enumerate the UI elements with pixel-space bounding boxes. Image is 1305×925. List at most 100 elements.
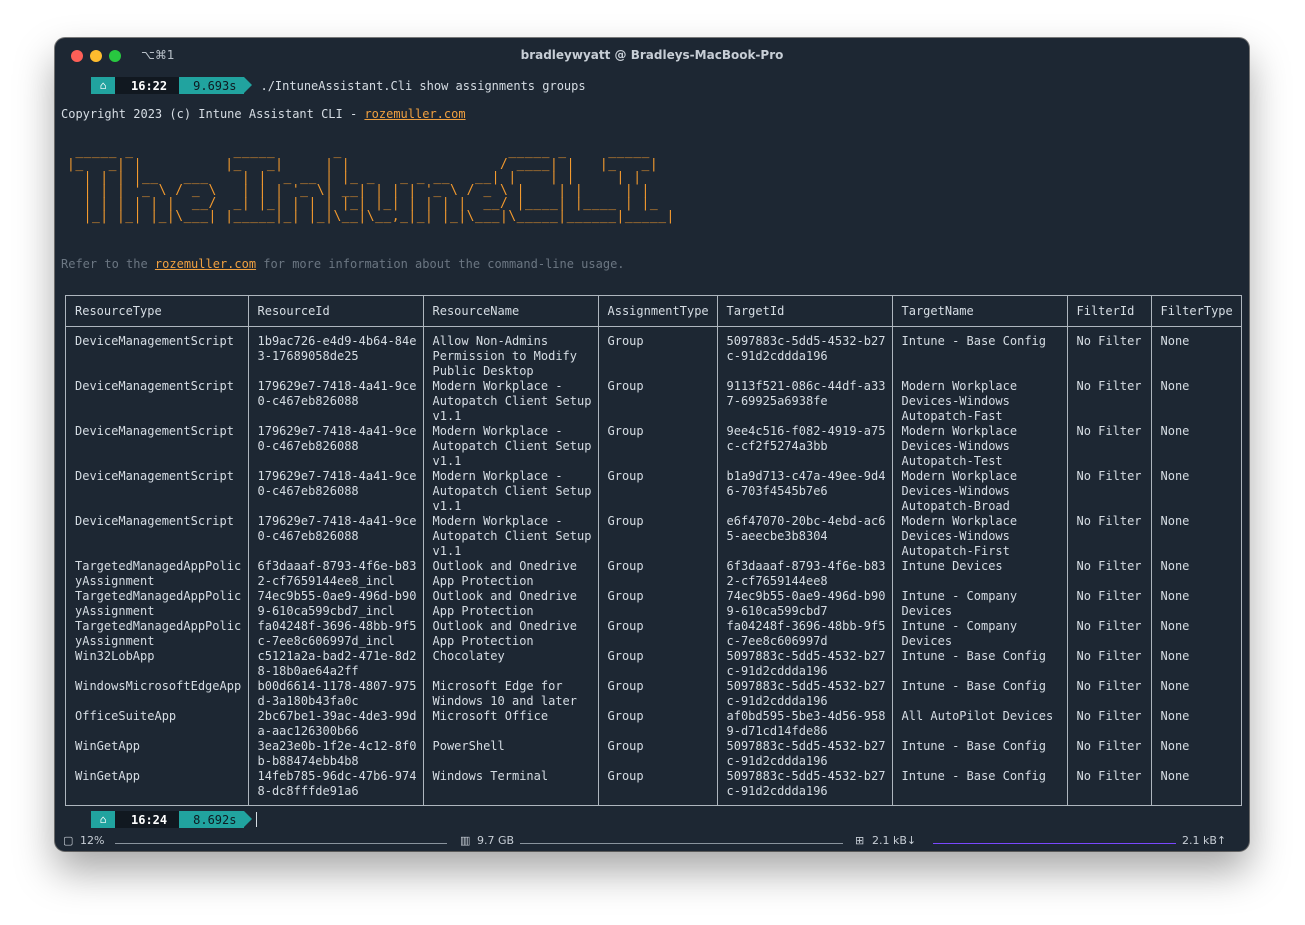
cell-text: Group xyxy=(607,424,644,438)
copyright-text: Copyright 2023 (c) Intune Assistant CLI … xyxy=(61,107,365,121)
refer-line: Refer to the rozemuller.com for more inf… xyxy=(61,257,625,271)
cell-text: None xyxy=(1160,739,1190,753)
table-cell: No Filter xyxy=(1066,649,1151,679)
cell-text: 74ec9b55-0ae9-496d-b90 9-610ca599cbd7 xyxy=(726,589,886,618)
table-cell: 74ec9b55-0ae9-496d-b90 9-610ca599cbd7 xyxy=(716,589,892,619)
cell-text: Group xyxy=(607,619,644,633)
table-cell: Group xyxy=(597,326,717,379)
prompt-time: 16:24 xyxy=(115,811,188,828)
table-cell: DeviceManagementScript xyxy=(66,424,248,469)
cell-text: WindowsMicrosoftEdgeApp xyxy=(75,679,242,693)
cell-text: DeviceManagementScript xyxy=(75,334,234,348)
table-cell: Modern Workplace - Autopatch Client Setu… xyxy=(422,379,598,424)
table-cell: 9ee4c516-f082-4919-a75 c-cf2f5274a3bb xyxy=(716,424,892,469)
table-cell: No Filter xyxy=(1066,326,1151,379)
cell-text: Outlook and Onedrive App Protection xyxy=(432,619,578,648)
table-cell: 74ec9b55-0ae9-496d-b90 9-610ca599cbd7_in… xyxy=(247,589,423,619)
column-header: FilterType xyxy=(1150,296,1241,327)
table-cell: Microsoft Edge for Windows 10 and later xyxy=(422,679,598,709)
table-cell: Windows Terminal xyxy=(422,769,598,805)
table-row: WindowsMicrosoftEdgeApp b00d6614-1178-480… xyxy=(66,679,1241,709)
table-cell: TargetedManagedAppPolic yAssignment xyxy=(66,619,248,649)
prompt-time: 16:22 xyxy=(115,77,188,94)
cell-text: 179629e7-7418-4a41-9ce 0-c467eb826088 xyxy=(257,424,417,453)
table-cell: None xyxy=(1150,709,1241,739)
table-cell: fa04248f-3696-48bb-9f5 c-7ee8c606997d xyxy=(716,619,892,649)
cell-text: WinGetApp xyxy=(75,739,141,753)
cell-text: e6f47070-20bc-4ebd-ac6 5-aeecbe3b8304 xyxy=(726,514,886,543)
cell-text: DeviceManagementScript xyxy=(75,379,234,393)
refer-prefix: Refer to the xyxy=(61,257,155,271)
cell-text: 9113f521-086c-44df-a33 7-69925a6938fe xyxy=(726,379,886,408)
table-cell: No Filter xyxy=(1066,424,1151,469)
table-cell: e6f47070-20bc-4ebd-ac6 5-aeecbe3b8304 xyxy=(716,514,892,559)
table-cell: Outlook and Onedrive App Protection xyxy=(422,589,598,619)
table-cell: Outlook and Onedrive App Protection xyxy=(422,559,598,589)
cell-text: Win32LobApp xyxy=(75,649,155,663)
table-cell: None xyxy=(1150,769,1241,805)
table-row: TargetedManagedAppPolic yAssignment fa042… xyxy=(66,619,1241,649)
refer-link[interactable]: rozemuller.com xyxy=(155,257,256,271)
cell-text: fa04248f-3696-48bb-9f5 c-7ee8c606997d_in… xyxy=(257,619,417,648)
cell-text: Modern Workplace - Autopatch Client Setu… xyxy=(432,379,592,423)
table-cell: Group xyxy=(597,589,717,619)
cell-text: Intune - Base Config xyxy=(901,769,1047,783)
cell-text: Allow Non-Admins Permission to Modify Pu… xyxy=(432,334,578,378)
cpu-icon: ▢ xyxy=(63,834,74,847)
table-cell: DeviceManagementScript xyxy=(66,327,248,380)
table-cell: 5097883c-5dd5-4532-b27 c-91d2cddda196 xyxy=(716,739,892,769)
table-cell: No Filter xyxy=(1066,769,1151,805)
cell-text: 179629e7-7418-4a41-9ce 0-c467eb826088 xyxy=(257,379,417,408)
text-cursor[interactable] xyxy=(256,812,258,827)
table-cell: Group xyxy=(597,739,717,769)
table-cell: Intune - Base Config xyxy=(891,326,1067,379)
cell-text: 179629e7-7418-4a41-9ce 0-c467eb826088 xyxy=(257,469,417,498)
column-header: FilterId xyxy=(1066,296,1151,327)
table-cell: WinGetApp xyxy=(66,739,248,769)
copyright-link[interactable]: rozemuller.com xyxy=(364,107,465,121)
table-cell: No Filter xyxy=(1066,619,1151,649)
prompt-line-2: ⌂ 16:24 8.692s xyxy=(67,811,258,828)
cell-text: 179629e7-7418-4a41-9ce 0-c467eb826088 xyxy=(257,514,417,543)
cell-text: Microsoft Office xyxy=(432,709,549,723)
terminal-window: ⌥⌘1 bradleywyatt @ Bradleys-MacBook-Pro … xyxy=(55,38,1249,851)
cell-text: Group xyxy=(607,679,644,693)
cell-text: Modern Workplace - Autopatch Client Setu… xyxy=(432,514,592,558)
table-header: ResourceType ResourceId ResourceName Assign… xyxy=(66,296,1241,327)
table-cell: 5097883c-5dd5-4532-b27 c-91d2cddda196 xyxy=(716,679,892,709)
cell-text: Outlook and Onedrive App Protection xyxy=(432,559,578,588)
cell-text: Group xyxy=(607,469,644,483)
memory-usage: 9.7 GB xyxy=(477,834,515,847)
cell-text: Modern Workplace Devices-Windows Autopat… xyxy=(901,514,1018,558)
cell-text: Group xyxy=(607,769,644,783)
table-row: DeviceManagementScript 1b9ac726-e4d9-4b64… xyxy=(66,326,1241,380)
table-cell: None xyxy=(1150,326,1241,379)
table-cell: None xyxy=(1150,679,1241,709)
cell-text: Group xyxy=(607,559,644,573)
table-cell: No Filter xyxy=(1066,469,1151,514)
cell-text: WinGetApp xyxy=(75,769,141,783)
cell-text: Group xyxy=(607,589,644,603)
cell-text: No Filter xyxy=(1076,469,1142,483)
table-cell: b1a9d713-c47a-49ee-9d4 6-703f4545b7e6 xyxy=(716,469,892,514)
column-header: ResourceId xyxy=(247,296,423,327)
cell-text: No Filter xyxy=(1076,769,1142,783)
cell-text: 5097883c-5dd5-4532-b27 c-91d2cddda196 xyxy=(726,649,886,678)
cell-text: No Filter xyxy=(1076,334,1142,348)
cell-text: Intune - Base Config xyxy=(901,739,1047,753)
table-cell: PowerShell xyxy=(422,739,598,769)
cell-text: Microsoft Edge for Windows 10 and later xyxy=(432,679,578,708)
table-cell: Microsoft Office xyxy=(422,709,598,739)
table-cell: TargetedManagedAppPolic yAssignment xyxy=(66,559,248,589)
cell-text: None xyxy=(1160,469,1190,483)
status-bar: ▢ 12% ▥ 9.7 GB ⊞ 2.1 kB↓ 2.1 kB↑ xyxy=(55,831,1249,851)
cell-text: 5097883c-5dd5-4532-b27 c-91d2cddda196 xyxy=(726,679,886,708)
table-cell: 14feb785-96dc-47b6-974 8-dc8fffde91a6 xyxy=(247,769,423,805)
table-cell: Intune - Company Devices xyxy=(891,619,1067,649)
table-cell: None xyxy=(1150,514,1241,559)
table-cell: Intune - Base Config xyxy=(891,769,1067,805)
table-row: DeviceManagementScript 179629e7-7418-4a41… xyxy=(66,469,1241,514)
title-bar: ⌥⌘1 bradleywyatt @ Bradleys-MacBook-Pro xyxy=(55,38,1249,74)
header-row: ResourceType ResourceId ResourceName Assign… xyxy=(66,296,1241,327)
column-header: TargetName xyxy=(891,296,1067,327)
